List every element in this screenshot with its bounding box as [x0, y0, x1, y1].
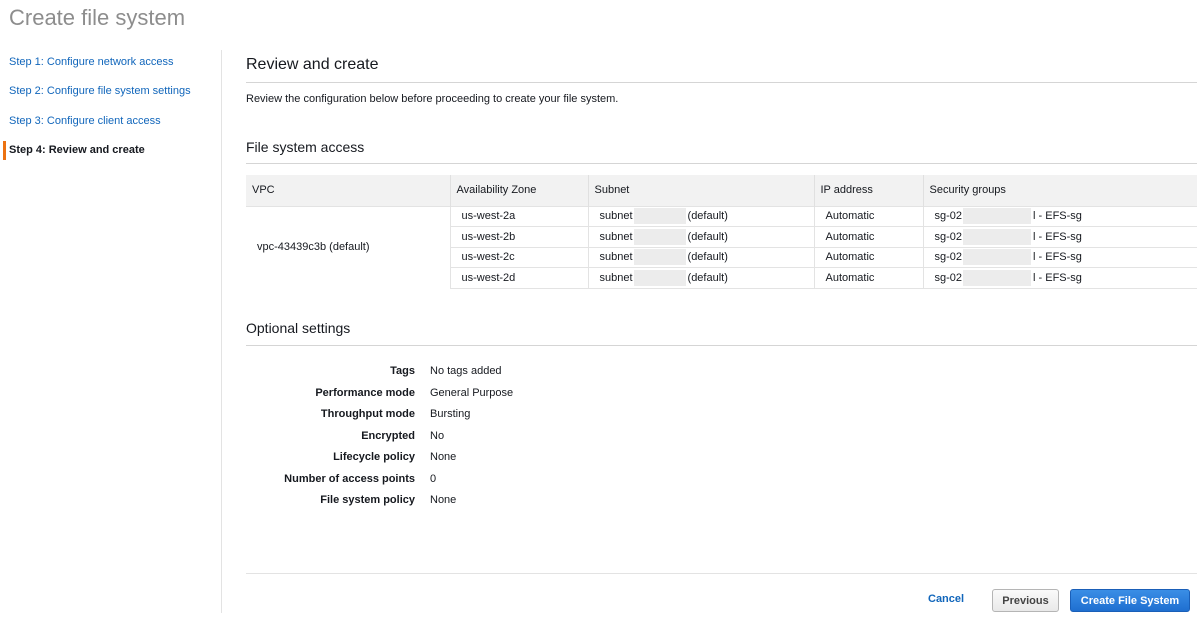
redacted-block [963, 249, 1032, 266]
optional-settings-title: Optional settings [246, 320, 351, 336]
review-title: Review and create [246, 56, 379, 73]
file-system-access-table: VPC Availability Zone Subnet IP address … [246, 175, 1197, 289]
security-group-cell: sg-02 l - EFS-sg [922, 246, 1197, 268]
az-cell: us-west-2d [449, 267, 588, 289]
setting-value: None [430, 494, 457, 506]
review-intro-text: Review the configuration below before pr… [246, 93, 619, 105]
redacted-block [633, 208, 686, 225]
redacted-block [963, 269, 1032, 286]
setting-label: File system policy [320, 494, 415, 506]
redacted-block [633, 228, 686, 245]
setting-value: Bursting [430, 408, 471, 420]
setting-row-lifecycle-policy: Lifecycle policy None [246, 451, 806, 473]
wizard-steps-sidebar: Step 1: Configure network access Step 2:… [0, 50, 222, 613]
previous-button[interactable]: Previous [992, 589, 1059, 612]
setting-value: No [430, 429, 445, 442]
page-title: Create file system [9, 5, 186, 30]
file-system-access-title: File system access [246, 139, 365, 155]
az-cell: us-west-2b [449, 226, 588, 247]
divider [246, 345, 1197, 346]
setting-label: Throughput mode [320, 408, 415, 420]
ip-cell: Automatic [813, 226, 923, 247]
setting-row-number-of-access-points: Number of access points 0 [246, 473, 806, 495]
setting-label: Lifecycle policy [333, 451, 415, 463]
optional-settings-list: Tags No tags added Performance mode Gene… [246, 365, 806, 516]
setting-label: Encrypted [361, 429, 415, 442]
table-row: vpc-43439c3b (default) us-west-2a subnet… [246, 205, 1197, 288]
az-cell: us-west-2c [449, 246, 588, 268]
redacted-block [633, 269, 686, 286]
main-content: Review and create Review the configurati… [246, 0, 1198, 617]
table-header-row: VPC Availability Zone Subnet IP address … [246, 175, 1197, 206]
step-configure-client-access[interactable]: Step 3: Configure client access [9, 115, 161, 127]
cancel-button[interactable]: Cancel [928, 593, 964, 605]
column-header-subnet: Subnet [587, 175, 814, 206]
column-header-ip-address: IP address [813, 175, 923, 206]
ip-cell: Automatic [813, 246, 923, 268]
az-cell: us-west-2a [449, 205, 588, 227]
ip-cell: Automatic [813, 267, 923, 289]
setting-value: General Purpose [430, 386, 514, 399]
subnet-cell: subnet (default) [587, 226, 814, 247]
setting-row-tags: Tags No tags added [246, 365, 806, 387]
step-configure-file-system-settings[interactable]: Step 2: Configure file system settings [9, 85, 191, 97]
setting-value: 0 [430, 472, 437, 485]
column-header-availability-zone: Availability Zone [449, 175, 588, 206]
setting-label: Tags [390, 365, 415, 377]
step-configure-network-access[interactable]: Step 1: Configure network access [9, 56, 173, 68]
setting-row-performance-mode: Performance mode General Purpose [246, 387, 806, 409]
security-group-cell: sg-02 l - EFS-sg [922, 267, 1197, 289]
setting-row-encrypted: Encrypted No [246, 430, 806, 452]
subnet-cell: subnet (default) [587, 246, 814, 268]
security-group-cell: sg-02 l - EFS-sg [922, 205, 1197, 227]
setting-value: No tags added [430, 365, 502, 377]
redacted-block [963, 228, 1032, 245]
column-header-security-groups: Security groups [922, 175, 1197, 206]
redacted-block [963, 208, 1032, 225]
setting-label: Performance mode [315, 386, 415, 399]
setting-label: Number of access points [284, 472, 415, 485]
create-file-system-button[interactable]: Create File System [1070, 589, 1190, 612]
subnet-cell: subnet (default) [587, 267, 814, 289]
vpc-cell: vpc-43439c3b (default) [246, 205, 450, 288]
step-review-and-create: Step 4: Review and create [9, 144, 145, 156]
active-step-marker [3, 141, 6, 160]
setting-row-throughput-mode: Throughput mode Bursting [246, 408, 806, 430]
security-group-cell: sg-02 l - EFS-sg [922, 226, 1197, 247]
column-header-vpc: VPC [246, 175, 450, 206]
divider [246, 163, 1197, 164]
setting-row-file-system-policy: File system policy None [246, 494, 806, 516]
ip-cell: Automatic [813, 205, 923, 227]
divider [246, 82, 1197, 83]
subnet-cell: subnet (default) [587, 205, 814, 227]
setting-value: None [430, 451, 457, 463]
footer-divider [246, 573, 1197, 574]
redacted-block [633, 249, 686, 266]
